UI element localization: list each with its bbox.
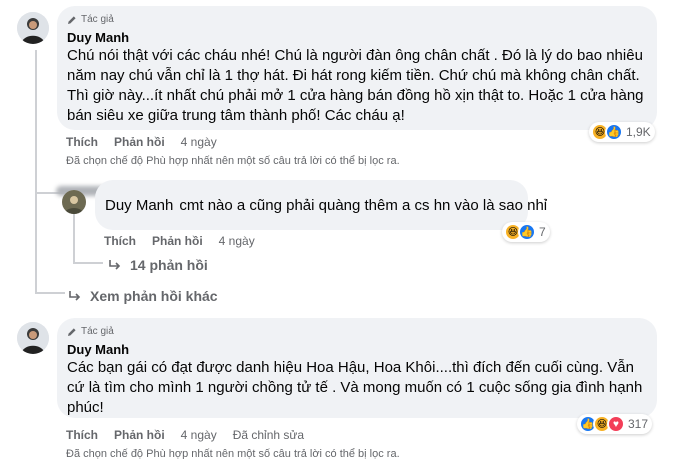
thread-branch-reply bbox=[73, 262, 103, 264]
author-badge: Tác giả bbox=[67, 326, 114, 337]
timestamp[interactable]: 4 ngày bbox=[181, 428, 217, 442]
thread-line bbox=[35, 50, 37, 294]
comment-actions: Thích Phản hồi 4 ngày bbox=[66, 135, 233, 149]
author-name[interactable]: Duy Manh bbox=[67, 342, 129, 357]
comment-actions: Thích Phản hồi 4 ngày Đã chỉnh sửa bbox=[66, 428, 320, 442]
timestamp[interactable]: 4 ngày bbox=[181, 135, 217, 149]
thread-branch-more bbox=[35, 292, 65, 294]
reaction-count: 1,9K bbox=[626, 125, 651, 139]
view-replies-label: 14 phản hồi bbox=[130, 257, 208, 273]
view-more-replies-link[interactable]: Xem phản hồi khác bbox=[68, 288, 218, 304]
reply-like-button[interactable]: Thích bbox=[104, 234, 136, 248]
view-replies-link[interactable]: 14 phản hồi bbox=[108, 257, 208, 273]
reply-text: Duy Manh cmt nào a cũng phải quàng thêm a… bbox=[105, 196, 547, 216]
like-icon: 👍 bbox=[605, 123, 623, 141]
filter-notice: Đã chọn chế độ Phù hợp nhất nên một số c… bbox=[66, 155, 400, 167]
reply-actions: Thích Phản hồi 4 ngày bbox=[104, 234, 271, 248]
pen-icon bbox=[68, 327, 76, 336]
avatar[interactable] bbox=[17, 12, 49, 44]
comment-text: Chú nói thật với các cháu nhé! Chú là ng… bbox=[67, 47, 644, 124]
love-icon: ♥ bbox=[607, 415, 625, 433]
reply-timestamp[interactable]: 4 ngày bbox=[219, 234, 255, 248]
reply-bubble: Duy Manh cmt nào a cũng phải quàng thêm a… bbox=[95, 180, 547, 230]
author-badge-label: Tác giả bbox=[81, 326, 114, 337]
comment-bubble: Tác giả Duy Manh Chú nói thật với các ch… bbox=[57, 6, 657, 130]
reply-content: cmt nào a cũng phải quàng thêm a cs hn v… bbox=[179, 197, 548, 214]
like-button[interactable]: Thích bbox=[66, 428, 98, 442]
reaction-summary[interactable]: 😆 👍 1,9K bbox=[589, 122, 655, 142]
reply-avatar[interactable] bbox=[62, 190, 86, 214]
reply-author-name[interactable]: Duy Manh bbox=[105, 197, 173, 214]
like-icon: 👍 bbox=[518, 223, 536, 241]
reply-reply-button[interactable]: Phản hồi bbox=[152, 234, 203, 248]
author-name[interactable]: Duy Manh bbox=[67, 30, 129, 45]
view-more-replies-label: Xem phản hồi khác bbox=[90, 288, 218, 304]
comment-bubble: Tác giả Duy Manh Các bạn gái có đạt được… bbox=[57, 318, 657, 418]
edited-label[interactable]: Đã chỉnh sửa bbox=[233, 428, 304, 442]
reply-reaction-count: 7 bbox=[539, 225, 546, 239]
reply-button[interactable]: Phản hồi bbox=[114, 428, 165, 442]
reply-reaction-summary[interactable]: 😆 👍 7 bbox=[502, 222, 550, 242]
reaction-count: 317 bbox=[628, 417, 649, 431]
reply-button[interactable]: Phản hồi bbox=[114, 135, 165, 149]
avatar[interactable] bbox=[17, 322, 49, 354]
reply-arrow-icon bbox=[69, 291, 81, 301]
author-badge: Tác giả bbox=[67, 14, 114, 25]
filter-notice: Đã chọn chế độ Phù hợp nhất nên một số c… bbox=[66, 448, 400, 459]
thread-line-reply bbox=[73, 210, 75, 262]
author-badge-label: Tác giả bbox=[81, 14, 114, 25]
reply-arrow-icon bbox=[109, 260, 121, 270]
reaction-summary[interactable]: 👍 😆 ♥ 317 bbox=[577, 414, 653, 434]
pen-icon bbox=[68, 15, 76, 24]
like-button[interactable]: Thích bbox=[66, 135, 98, 149]
comment-text: Các bạn gái có đạt được danh hiệu Hoa Hậ… bbox=[67, 359, 643, 416]
